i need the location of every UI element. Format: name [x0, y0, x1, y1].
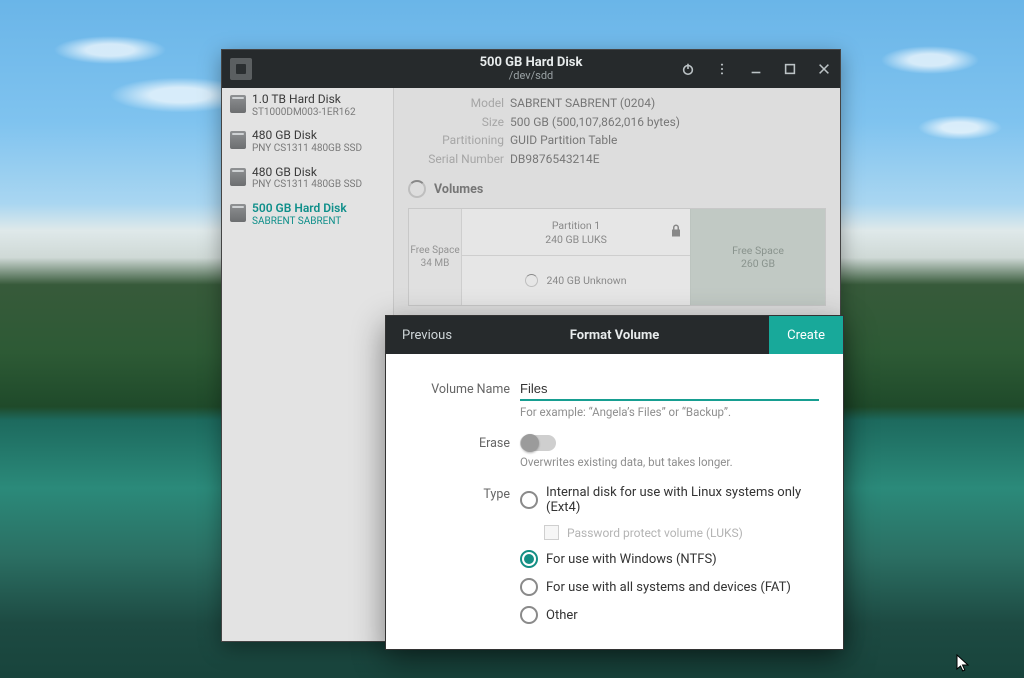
info-value: SABRENT SABRENT (0204): [510, 94, 655, 113]
disk-label: 500 GB Hard Disk: [252, 202, 347, 216]
drive-icon: [230, 58, 252, 80]
hdd-icon: [230, 204, 246, 222]
cloud-decoration: [30, 30, 190, 70]
volume-free-space[interactable]: Free Space 34 MB: [409, 209, 461, 305]
ssd-icon: [230, 168, 246, 186]
info-key: Partitioning: [408, 131, 510, 150]
radio-icon: [520, 550, 538, 568]
cloud-decoration: [900, 110, 1020, 145]
info-value: 500 GB (500,107,862,016 bytes): [510, 113, 680, 132]
info-key: Model: [408, 94, 510, 113]
free-space-label: Free Space: [410, 245, 459, 256]
radio-label: Other: [546, 608, 578, 623]
partition-name: Partition 1: [552, 219, 600, 232]
create-button[interactable]: Create: [769, 316, 843, 354]
type-option-fat[interactable]: For use with all systems and devices (FA…: [520, 578, 819, 596]
free-space-label: Free Space: [732, 244, 784, 257]
disk-list-sidebar: 1.0 TB Hard Disk ST1000DM003-1ER162 480 …: [222, 88, 394, 641]
type-option-ntfs[interactable]: For use with Windows (NTFS): [520, 550, 819, 568]
previous-button[interactable]: Previous: [386, 328, 468, 343]
info-key: Size: [408, 113, 510, 132]
disk-label: 1.0 TB Hard Disk: [252, 93, 356, 107]
partition-size: 240 GB LUKS: [545, 233, 607, 246]
radio-icon: [520, 491, 538, 509]
type-label: Type: [410, 485, 520, 502]
volume-name-label: Volume Name: [410, 382, 520, 397]
erase-hint: Overwrites existing data, but takes long…: [520, 455, 819, 469]
radio-label: For use with all systems and devices (FA…: [546, 580, 791, 595]
spinner-icon: [408, 180, 426, 198]
disk-list-item[interactable]: 480 GB Disk PNY CS1311 480GB SSD: [222, 161, 393, 197]
dialog-header: Previous Format Volume Create: [386, 316, 843, 354]
cloud-decoration: [860, 40, 1000, 80]
free-space-size: 34 MB: [421, 258, 450, 269]
volume-name-input[interactable]: [520, 378, 819, 401]
disk-label: 480 GB Disk: [252, 129, 362, 143]
checkbox-icon: [544, 525, 559, 540]
info-value: DB9876543214E: [510, 150, 600, 169]
disk-sublabel: PNY CS1311 480GB SSD: [252, 179, 362, 191]
window-close-button[interactable]: [814, 59, 834, 79]
disk-sublabel: ST1000DM003-1ER162: [252, 107, 356, 119]
volume-name-hint: For example: “Angela’s Files” or “Backup…: [520, 405, 819, 419]
lock-icon: [670, 224, 682, 241]
type-option-ext4[interactable]: Internal disk for use with Linux systems…: [520, 485, 819, 515]
volume-partition[interactable]: Partition 1 240 GB LUKS 240 GB Unknown: [461, 209, 690, 305]
radio-label: Internal disk for use with Linux systems…: [546, 485, 819, 515]
kebab-menu-icon[interactable]: [712, 59, 732, 79]
luks-checkbox-label: Password protect volume (LUKS): [567, 526, 743, 540]
radio-icon: [520, 606, 538, 624]
volume-map[interactable]: Free Space 34 MB Partition 1 240 GB LUKS…: [408, 208, 826, 306]
ssd-icon: [230, 131, 246, 149]
window-minimize-button[interactable]: [746, 59, 766, 79]
window-maximize-button[interactable]: [780, 59, 800, 79]
info-value: GUID Partition Table: [510, 131, 617, 150]
erase-label: Erase: [410, 436, 520, 451]
disk-list-item[interactable]: 1.0 TB Hard Disk ST1000DM003-1ER162: [222, 88, 393, 124]
window-titlebar[interactable]: 500 GB Hard Disk /dev/sdd: [222, 50, 840, 88]
type-option-other[interactable]: Other: [520, 606, 819, 624]
spinner-icon: [525, 274, 538, 287]
format-volume-dialog: Previous Format Volume Create Volume Nam…: [385, 315, 844, 650]
disk-sublabel: SABRENT SABRENT: [252, 216, 347, 228]
disk-list-item-selected[interactable]: 500 GB Hard Disk SABRENT SABRENT: [222, 197, 393, 233]
erase-toggle[interactable]: [520, 435, 556, 451]
partition-unknown-label: 240 GB Unknown: [546, 274, 626, 287]
radio-icon: [520, 578, 538, 596]
radio-label: For use with Windows (NTFS): [546, 552, 717, 567]
volume-free-space-selected[interactable]: Free Space 260 GB: [690, 209, 825, 305]
hdd-icon: [230, 95, 246, 113]
disk-sublabel: PNY CS1311 480GB SSD: [252, 143, 362, 155]
luks-checkbox-row: Password protect volume (LUKS): [544, 525, 819, 540]
disk-label: 480 GB Disk: [252, 166, 362, 180]
free-space-size: 260 GB: [741, 257, 775, 270]
power-icon[interactable]: [678, 59, 698, 79]
volumes-heading: Volumes: [434, 182, 483, 197]
desktop-wallpaper: 500 GB Hard Disk /dev/sdd 1.0 TB Hard Di…: [0, 0, 1024, 678]
mouse-cursor-icon: [956, 654, 970, 676]
disk-list-item[interactable]: 480 GB Disk PNY CS1311 480GB SSD: [222, 124, 393, 160]
info-key: Serial Number: [408, 150, 510, 169]
